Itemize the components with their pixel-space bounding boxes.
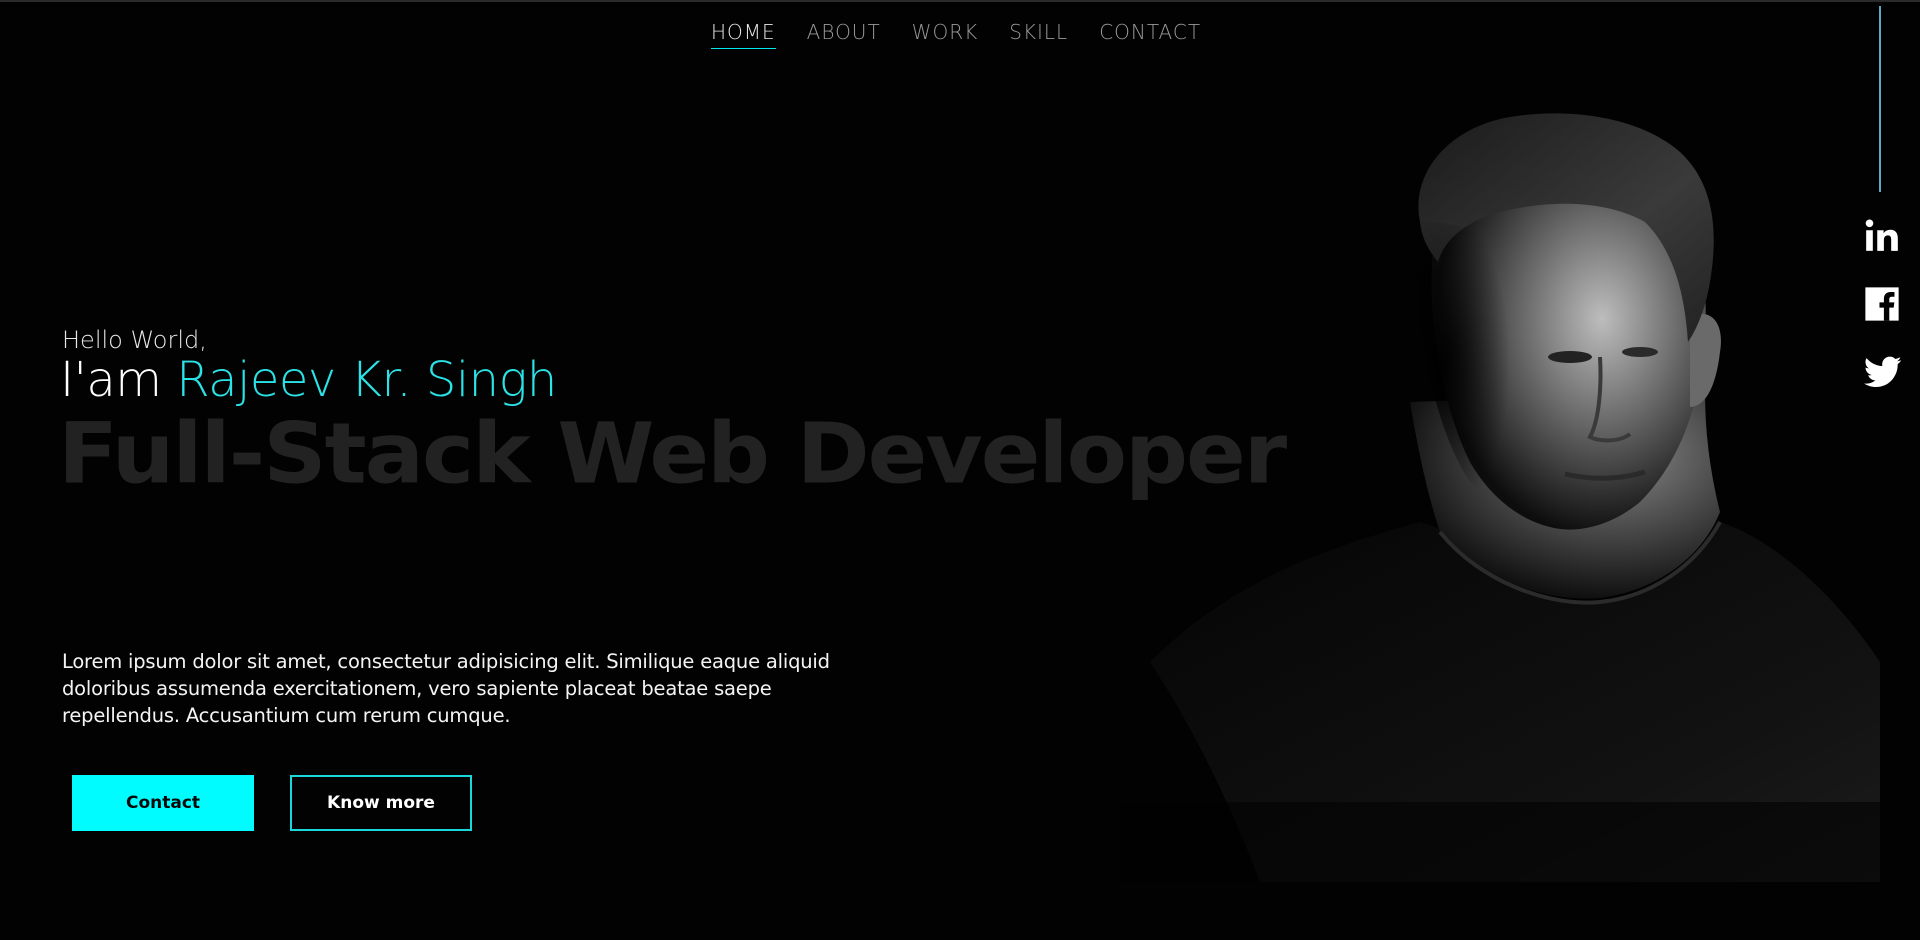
contact-button[interactable]: Contact — [72, 775, 254, 831]
twitter-icon[interactable] — [1862, 353, 1902, 393]
nav-work[interactable]: WORK — [912, 20, 979, 49]
social-divider-line — [1879, 6, 1881, 192]
nav-about[interactable]: ABOUT — [807, 20, 881, 49]
hero-name: Rajeev Kr. Singh — [176, 352, 557, 408]
hero-role: Full-Stack Web Developer — [58, 404, 1287, 503]
nav-home[interactable]: HOME — [710, 20, 776, 49]
linkedin-icon[interactable] — [1862, 215, 1902, 255]
nav-skill[interactable]: SKILL — [1009, 20, 1068, 49]
hero-page: HOME ABOUT WORK SKILL CONTACT Hello Worl… — [0, 0, 1920, 940]
facebook-icon[interactable] — [1862, 284, 1902, 324]
hero-description: Lorem ipsum dolor sit amet, consectetur … — [62, 649, 830, 727]
intro-prefix: I'am — [60, 352, 177, 408]
hero-greeting: Hello World, — [62, 326, 207, 354]
hero-intro: I'am Rajeev Kr. Singh — [60, 352, 557, 408]
know-more-button[interactable]: Know more — [290, 775, 472, 831]
nav-contact[interactable]: CONTACT — [1099, 20, 1201, 49]
main-nav: HOME ABOUT WORK SKILL CONTACT — [0, 20, 1916, 49]
